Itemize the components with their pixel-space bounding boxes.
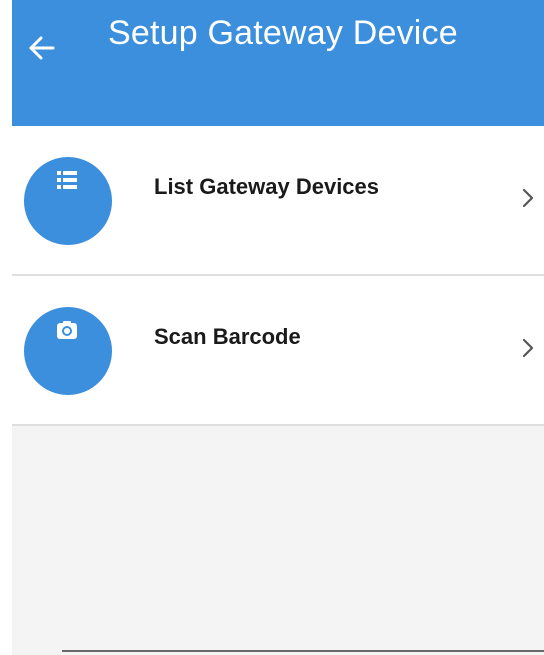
list-icon — [57, 171, 77, 189]
list-gateway-devices-label: List Gateway Devices — [154, 174, 380, 199]
app-screen: Setup Gateway Device List Gateway Device… — [12, 0, 544, 655]
back-button[interactable] — [20, 26, 64, 70]
camera-icon-avatar — [24, 307, 112, 395]
list-icon-avatar — [24, 157, 112, 245]
list-gateway-devices-item[interactable]: List Gateway Devices — [12, 126, 544, 276]
page-title: Setup Gateway Device — [108, 14, 458, 52]
arrow-left-icon — [29, 36, 55, 60]
bottom-divider — [62, 650, 544, 652]
scan-barcode-item[interactable]: Scan Barcode — [12, 276, 544, 426]
scan-barcode-label: Scan Barcode — [154, 324, 301, 349]
menu-list: List Gateway Devices Scan Barcode — [12, 126, 544, 426]
app-bar: Setup Gateway Device — [12, 0, 544, 126]
chevron-right-icon — [522, 188, 534, 208]
camera-icon — [57, 321, 77, 339]
chevron-right-icon — [522, 338, 534, 358]
